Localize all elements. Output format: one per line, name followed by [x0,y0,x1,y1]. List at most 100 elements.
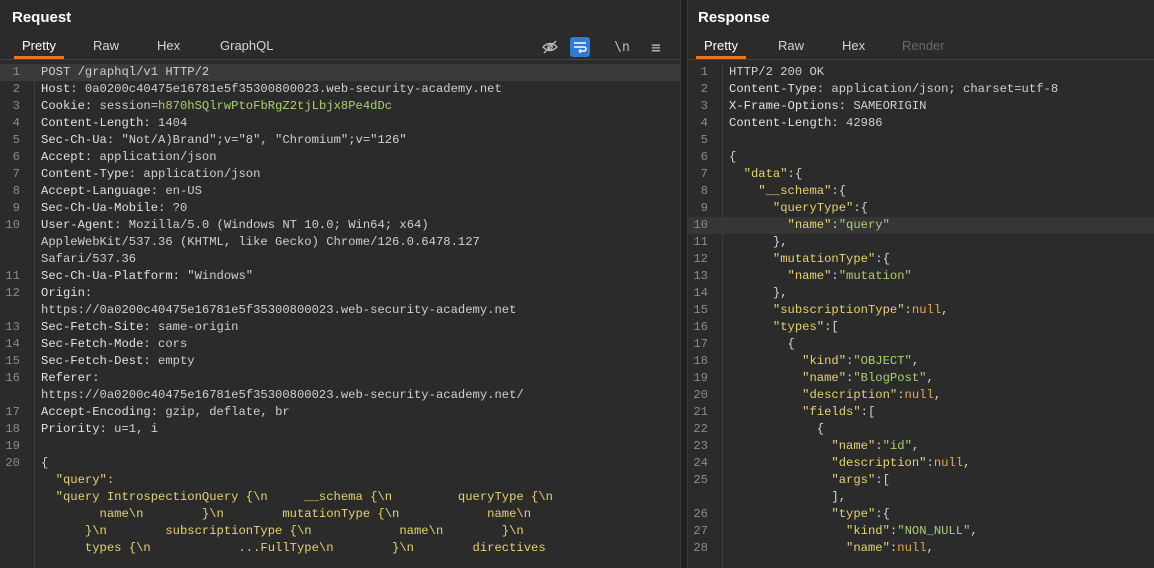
request-editor[interactable]: 1 POST /graphql/v1 HTTP/2 2 Host: 0a0200c40… [0,64,680,568]
punctuation: : [172,269,188,283]
response-tab-raw[interactable]: Raw [778,38,804,53]
line-text: Content-Type: application/json; charset=… [729,81,1058,98]
json-keyword: null [933,456,964,470]
line-text: "queryType":{ [729,200,868,217]
line-number: 8 [700,184,708,198]
header-name: User-Agent [41,218,115,232]
request-tab-pretty[interactable]: Pretty [14,38,64,59]
json-key: "fields" [802,405,861,419]
line-text: Content-Type: application/json [41,166,260,183]
header-value: application/json; charset=utf-8 [831,82,1059,96]
header-value: application/json [143,167,261,181]
code-line: 9 "queryType":{ [688,200,1154,217]
json-string: "mutation" [838,269,912,283]
json-punctuation: , [963,456,971,470]
header-name: Accept-Language [41,184,151,198]
request-tab-graphql[interactable]: GraphQL [220,38,273,53]
code-line: 7 "data":{ [688,166,1154,183]
response-tabbar: Pretty Raw Hex Render [688,34,1154,60]
json-string: "NON_NULL" [897,524,971,538]
punctuation: : [158,201,173,215]
code-line: 15 Sec-Fetch-Dest: empty [0,353,680,370]
code-line: 20 { [0,455,680,472]
line-text: Priority: u=1, i [41,421,158,438]
line-text: Host: 0a0200c40475e16781e5f35300800023.w… [41,81,502,98]
response-tab-pretty[interactable]: Pretty [696,38,746,59]
header-name: Sec-Fetch-Mode [41,337,144,351]
request-tab-raw[interactable]: Raw [93,38,119,53]
response-editor[interactable]: 1 HTTP/2 200 OK 2 Content-Type: application… [688,64,1154,568]
line-text: Content-Length: 42986 [729,115,883,132]
header-value: 1404 [158,116,188,130]
json-punctuation: :[ [860,405,876,419]
punctuation: : [143,116,159,130]
json-string: "OBJECT" [853,354,912,368]
line-text: }\n subscriptionType {\n name\n }\n [41,523,524,540]
show-newlines-icon[interactable]: \n [610,37,634,57]
json-keyword: null [904,388,934,402]
request-tab-hex[interactable]: Hex [157,38,180,53]
code-line: 27 "kind":"NON_NULL", [688,523,1154,540]
code-line: }\n subscriptionType {\n name\n }\n [0,523,680,540]
header-name: Sec-Fetch-Dest [41,354,144,368]
line-text: X-Frame-Options: SAMEORIGIN [729,98,927,115]
hide-non-printable-icon[interactable] [540,37,560,57]
line-number: 19 [5,439,20,453]
header-name: Sec-Ch-Ua [41,133,107,147]
json-punctuation: :{ [787,167,803,181]
line-number: 7 [700,167,708,181]
code-line: "query IntrospectionQuery {\n __schema {… [0,489,680,506]
line-number: 23 [693,439,708,453]
code-line: 13 Sec-Fetch-Site: same-origin [0,319,680,336]
line-number: 1 [12,65,20,79]
header-value: "Not/A)Brand";v="8", "Chromium";v="126" [121,133,407,147]
code-line: 23 "name":"id", [688,438,1154,455]
pane-divider[interactable] [680,0,688,568]
menu-icon[interactable]: ≡ [646,37,666,57]
plain-text: Safari/537.36 [41,252,137,266]
line-text: Accept: application/json [41,149,217,166]
punctuation: : [831,116,847,130]
json-punctuation: : [875,439,883,453]
line-text: Referer: [41,370,107,387]
plain-text: https://0a0200c40475e16781e5f35300800023… [41,303,517,317]
header-name: Content-Length [729,116,832,130]
line-number: 12 [5,286,20,300]
code-line: 16 "types":[ [688,319,1154,336]
punctuation: : [99,422,115,436]
line-number: 4 [12,116,20,130]
header-name: Origin [41,286,85,300]
line-number: 16 [693,320,708,334]
response-tab-hex[interactable]: Hex [842,38,865,53]
line-number: 13 [693,269,708,283]
code-line: 20 "description":null, [688,387,1154,404]
code-line: 26 "type":{ [688,506,1154,523]
line-text: "data":{ [729,166,803,183]
line-number: 6 [12,150,20,164]
line-number: 19 [693,371,708,385]
code-line: 12 Origin: [0,285,680,302]
code-line: 8 "__schema":{ [688,183,1154,200]
response-tab-render[interactable]: Render [902,38,945,53]
code-line: 18 Priority: u=1, i [0,421,680,438]
line-text: "types":[ [729,319,839,336]
code-line: 14 }, [688,285,1154,302]
line-text: "__schema":{ [729,183,846,200]
header-value: cors [158,337,188,351]
line-number: 14 [693,286,708,300]
word-wrap-icon[interactable] [570,37,590,57]
code-line: ], [688,489,1154,506]
code-line: 9 Sec-Ch-Ua-Mobile: ?0 [0,200,680,217]
line-text: "mutationType":{ [729,251,890,268]
line-text: "name":"mutation" [729,268,912,285]
line-text: { [729,336,795,353]
